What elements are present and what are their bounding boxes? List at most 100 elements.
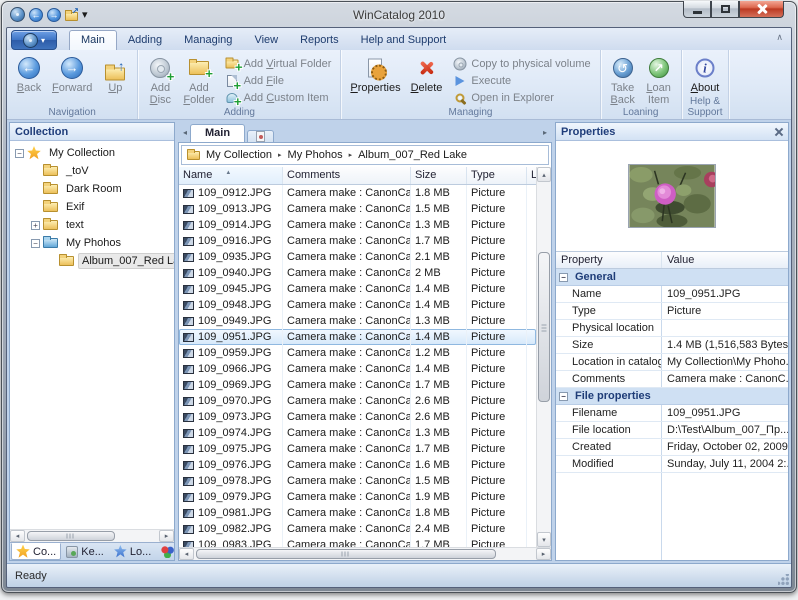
scroll-right-icon[interactable]: ▸ [159,530,174,542]
table-row[interactable]: 109_0913.JPGCamera make : CanonCa...1.5 … [179,201,536,217]
table-vertical-scrollbar[interactable]: ▴ ▾ [536,167,551,547]
property-group-file-properties[interactable]: −File properties [556,388,788,405]
scrollbar-thumb[interactable] [27,531,115,541]
delete-button[interactable]: Delete [406,53,448,106]
add-custom-item-button[interactable]: Add Custom Item [220,89,337,106]
scroll-left-icon[interactable]: ◂ [10,530,25,542]
table-row[interactable]: 109_0976.JPGCamera make : CanonCa...1.6 … [179,457,536,473]
table-row[interactable]: 109_0974.JPGCamera make : CanonCa...1.3 … [179,425,536,441]
minimize-button[interactable] [683,1,711,18]
column-header-size[interactable]: Size [411,167,467,184]
close-panel-icon[interactable] [774,127,784,137]
collapse-icon[interactable]: − [559,273,568,282]
table-row[interactable]: 109_0959.JPGCamera make : CanonCa...1.2 … [179,345,536,361]
tree-item-album-007-red-lake[interactable]: Album_007_Red Lake [10,252,174,270]
table-row[interactable]: 109_0979.JPGCamera make : CanonCa...1.9 … [179,489,536,505]
column-header-name[interactable]: Name▲ [179,167,283,184]
table-row[interactable]: 109_0966.JPGCamera make : CanonCa...1.4 … [179,361,536,377]
back-button[interactable]: ←Back [11,53,47,106]
table-row[interactable]: 109_0948.JPGCamera make : CanonCa...1.4 … [179,297,536,313]
table-horizontal-scrollbar[interactable]: ◂ ▸ [179,547,551,560]
add-folder-button[interactable]: AddFolder [178,53,219,106]
property-row[interactable]: Size1.4 MB (1,516,583 Bytes) [556,337,788,354]
panel-tab-keywords[interactable]: Ke... [61,543,109,560]
tab-main[interactable]: Main [69,30,117,50]
table-row[interactable]: 109_0982.JPGCamera make : CanonCa...2.4 … [179,521,536,537]
panel-tab-loans-star[interactable]: Lo... [109,543,156,560]
tab-reports[interactable]: Reports [289,31,350,50]
collapse-icon[interactable]: − [559,392,568,401]
maximize-button[interactable] [711,1,739,18]
property-grid-column-value[interactable]: Value [662,252,788,268]
column-header-comments[interactable]: Comments [283,167,411,184]
property-row[interactable]: CreatedFriday, October 02, 2009... [556,439,788,456]
collapse-icon[interactable]: − [15,149,24,158]
property-row[interactable]: TypePicture [556,303,788,320]
expand-icon[interactable]: + [31,221,40,230]
scrollbar-thumb[interactable] [538,252,550,402]
tab-help-and-support[interactable]: Help and Support [350,31,458,50]
property-row[interactable]: File locationD:\Test\Album_007_Пр... [556,422,788,439]
table-row[interactable]: 109_0940.JPGCamera make : CanonCa...2 MB… [179,265,536,281]
scrollbar-thumb[interactable] [196,549,496,559]
property-row[interactable]: CommentsCamera make : CanonC... [556,371,788,388]
execute-button[interactable]: Execute [447,73,595,90]
property-row[interactable]: Filename109_0951.JPG [556,405,788,422]
resize-grip[interactable] [778,574,789,585]
property-row[interactable]: Location in catalogMy Collection\My Phoh… [556,354,788,371]
property-group-general[interactable]: −General [556,269,788,286]
tree-horizontal-scrollbar[interactable]: ◂ ▸ [10,529,174,542]
property-grid-column-property[interactable]: Property [556,252,662,268]
scroll-right-icon[interactable]: ▸ [536,548,551,560]
property-row[interactable]: ModifiedSunday, July 11, 2004 2:... [556,456,788,473]
property-row[interactable]: Physical location [556,320,788,337]
tab-adding[interactable]: Adding [117,31,173,50]
up-button[interactable]: Up [97,53,133,106]
table-row[interactable]: 109_0935.JPGCamera make : CanonCa...2.1 … [179,249,536,265]
table-row[interactable]: 109_0981.JPGCamera make : CanonCa...1.8 … [179,505,536,521]
tree-item-my-collection[interactable]: −My Collection [10,144,174,162]
table-row[interactable]: 109_0975.JPGCamera make : CanonCa...1.7 … [179,441,536,457]
tree-item-dark-room[interactable]: Dark Room [10,180,174,198]
table-row[interactable]: 109_0983.JPGCamera make : CanonCa...1.7 … [179,537,536,547]
table-row[interactable]: 109_0945.JPGCamera make : CanonCa...1.4 … [179,281,536,297]
properties-button[interactable]: Properties [345,53,405,106]
tree-item-text[interactable]: +text [10,216,174,234]
close-button[interactable] [739,1,784,18]
tree-item-tov[interactable]: _toV [10,162,174,180]
loan-item-button[interactable]: ↗LoanItem [641,53,677,106]
column-header-l[interactable]: L [527,167,536,184]
scroll-left-icon[interactable]: ◂ [179,548,194,560]
breadcrumb-item-my-phohos[interactable]: My Phohos [288,149,343,161]
take-back-button[interactable]: ↺TakeBack [605,53,641,106]
scroll-up-icon[interactable]: ▴ [537,167,551,182]
table-row[interactable]: 109_0951.JPGCamera make : CanonCa...1.4 … [179,329,536,345]
breadcrumb-item-my-collection[interactable]: My Collection [206,149,272,161]
tree-item-exif[interactable]: Exif [10,198,174,216]
table-row[interactable]: 109_0978.JPGCamera make : CanonCa...1.5 … [179,473,536,489]
table-row[interactable]: 109_0916.JPGCamera make : CanonCa...1.7 … [179,233,536,249]
tab-scroll-right-icon[interactable]: ▸ [540,128,550,137]
add-file-button[interactable]: Add File [220,73,337,90]
add-virtual-folder-button[interactable]: Add Virtual Folder [220,56,337,73]
tree-item-my-phohos[interactable]: −My Phohos [10,234,174,252]
table-row[interactable]: 109_0970.JPGCamera make : CanonCa...2.6 … [179,393,536,409]
table-row[interactable]: 109_0912.JPGCamera make : CanonCa...1.8 … [179,185,536,201]
column-header-type[interactable]: Type [467,167,527,184]
open-in-explorer-button[interactable]: Open in Explorer [447,89,595,106]
tab-scroll-left-icon[interactable]: ◂ [180,128,190,137]
forward-button[interactable]: →Forward [47,53,97,106]
scroll-down-icon[interactable]: ▾ [537,532,551,547]
property-row[interactable]: Name109_0951.JPG [556,286,788,303]
table-row[interactable]: 109_0914.JPGCamera make : CanonCa...1.3 … [179,217,536,233]
table-row[interactable]: 109_0969.JPGCamera make : CanonCa...1.7 … [179,377,536,393]
table-row[interactable]: 109_0949.JPGCamera make : CanonCa...1.3 … [179,313,536,329]
document-tab-search[interactable] [247,130,274,142]
copy-to-physical-volume-button[interactable]: Copy to physical volume [447,56,595,73]
tab-view[interactable]: View [243,31,289,50]
panel-tab-collection-star[interactable]: Co... [11,543,61,560]
document-tab-main[interactable]: Main [190,124,245,142]
collapse-icon[interactable]: − [31,239,40,248]
add-disc-button[interactable]: AddDisc [142,53,178,106]
tab-managing[interactable]: Managing [173,31,243,50]
